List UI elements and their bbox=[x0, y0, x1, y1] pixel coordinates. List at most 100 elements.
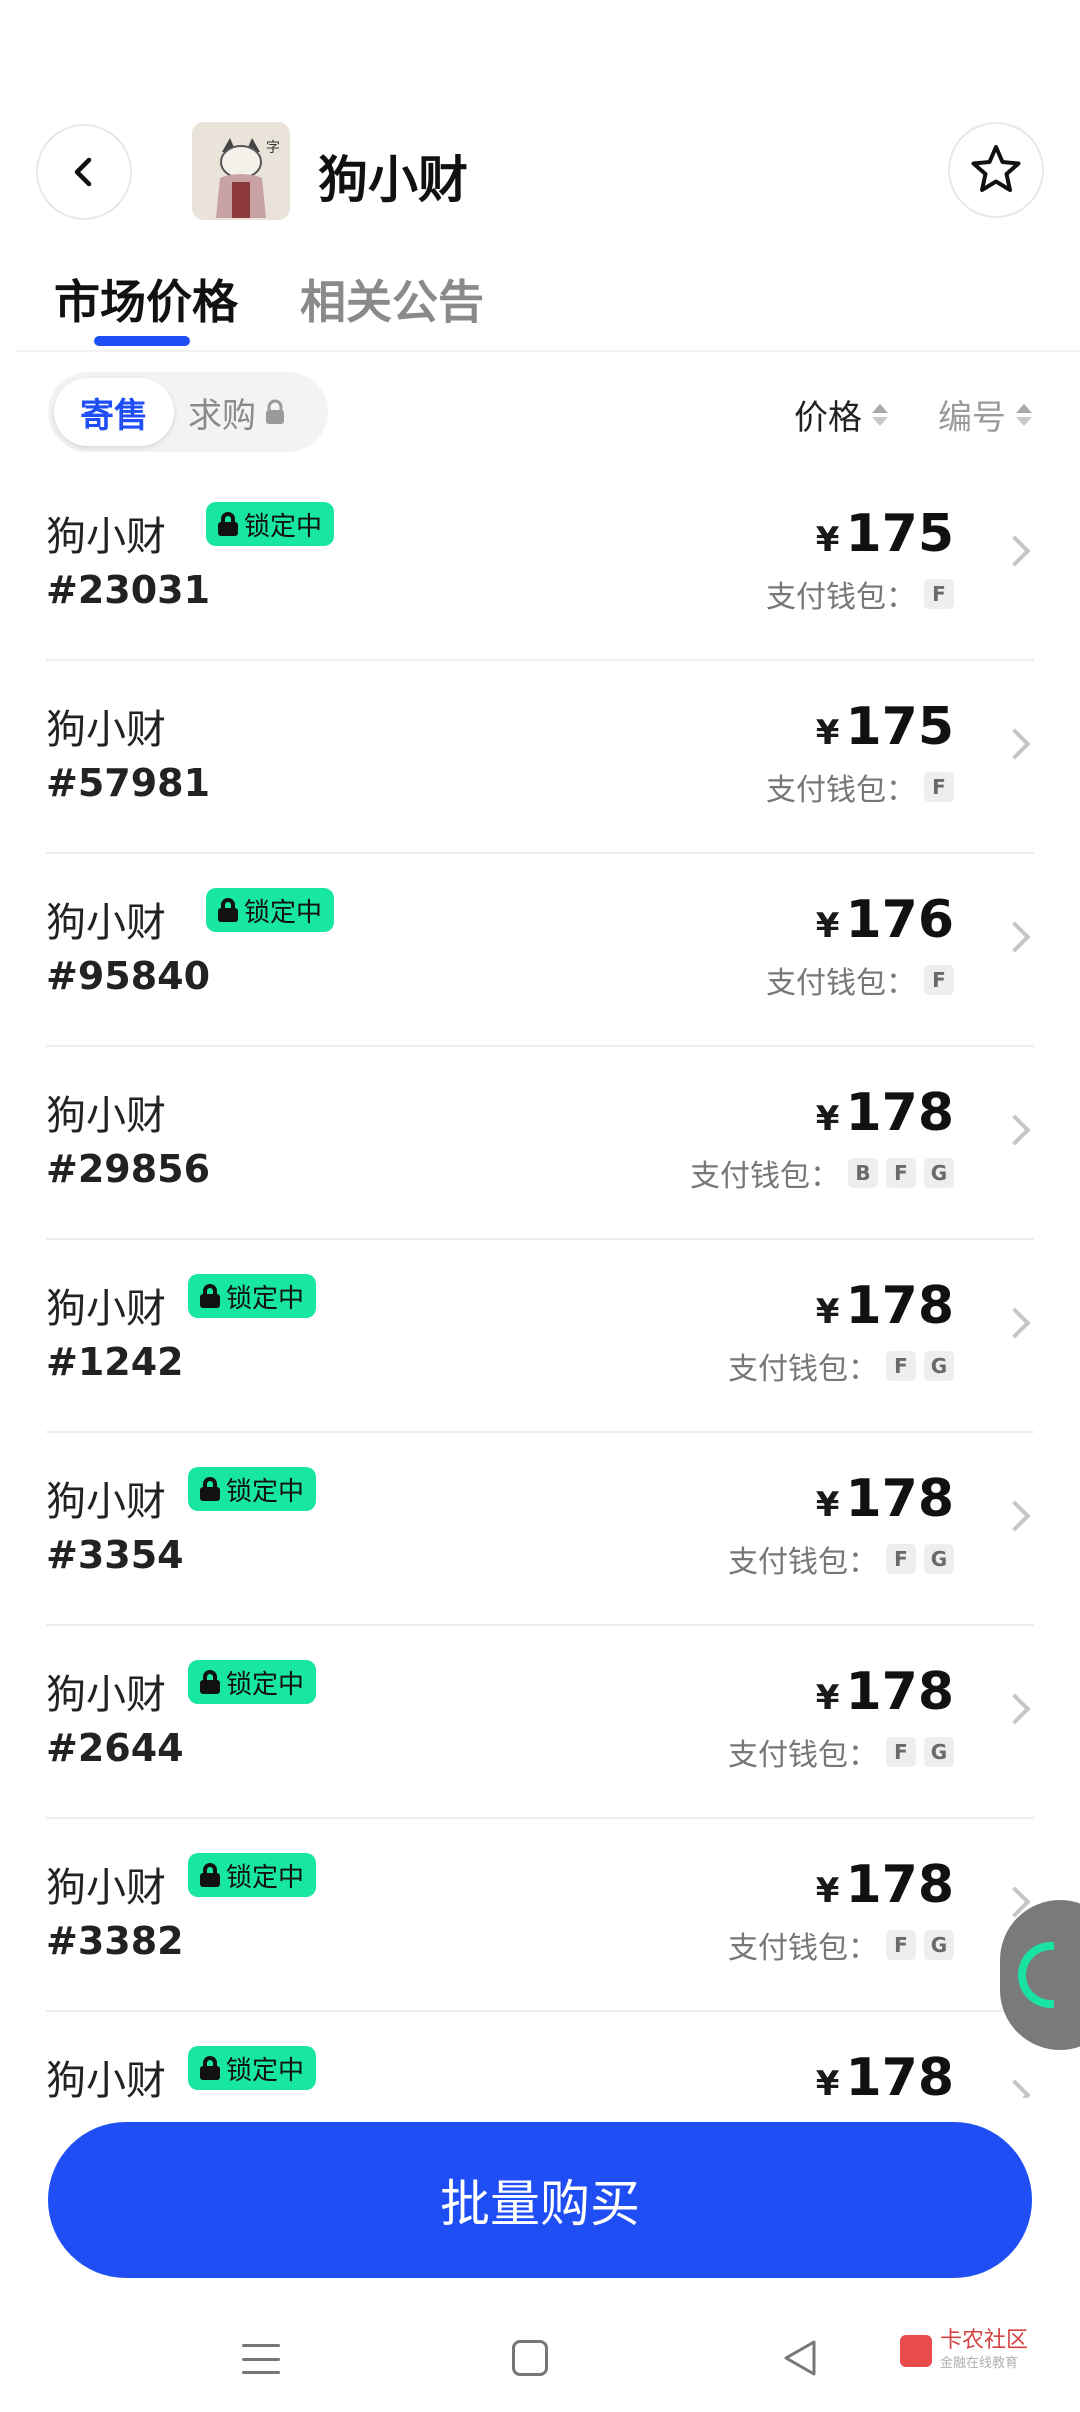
page-title: 狗小财 bbox=[318, 151, 468, 209]
payment-wallets: 支付钱包： F G bbox=[728, 1537, 954, 1581]
wallet-label: 支付钱包： bbox=[766, 966, 916, 1001]
price-amount: 178 bbox=[845, 2048, 954, 2098]
item-price: ¥178 bbox=[816, 1855, 954, 1915]
list-item[interactable]: 狗小财 锁定中 ¥178 bbox=[46, 2012, 1034, 2098]
sell-toggle[interactable]: 寄售 bbox=[54, 378, 174, 446]
item-price: ¥178 bbox=[816, 2048, 954, 2098]
wallet-chip: F bbox=[886, 1158, 916, 1188]
item-number: #95840 bbox=[46, 954, 211, 998]
wallet-label: 支付钱包： bbox=[690, 1159, 840, 1194]
price-amount: 178 bbox=[845, 1855, 954, 1915]
item-name: 狗小财 bbox=[46, 1672, 166, 1718]
list-item[interactable]: 狗小财 锁定中 #3354 ¥178 支付钱包： F G bbox=[46, 1433, 1034, 1626]
price-amount: 178 bbox=[845, 1662, 954, 1722]
list-item[interactable]: 狗小财 #57981 ¥175 支付钱包： F bbox=[46, 661, 1034, 854]
wallet-label: 支付钱包： bbox=[766, 773, 916, 808]
list-item[interactable]: 狗小财 锁定中 #3382 ¥178 支付钱包： F G bbox=[46, 1819, 1034, 2012]
item-name: 狗小财 bbox=[46, 707, 166, 753]
currency-symbol: ¥ bbox=[815, 1678, 840, 1718]
locked-badge-label: 锁定中 bbox=[226, 2055, 305, 2086]
chevron-left-icon bbox=[74, 157, 92, 187]
back-button[interactable] bbox=[36, 124, 132, 220]
price-amount: 175 bbox=[845, 504, 954, 564]
menu-icon[interactable] bbox=[242, 2344, 280, 2374]
locked-badge: 锁定中 bbox=[188, 1274, 317, 1318]
wallet-chip: G bbox=[924, 1158, 954, 1188]
list-item[interactable]: 狗小财 锁定中 #1242 ¥178 支付钱包： F G bbox=[46, 1240, 1034, 1433]
item-name: 狗小财 bbox=[46, 1286, 166, 1332]
wallet-chip: B bbox=[848, 1158, 878, 1188]
lock-icon bbox=[200, 1670, 220, 1694]
sort-by-number[interactable]: 编号 bbox=[938, 390, 1032, 439]
wallet-label: 支付钱包： bbox=[728, 1545, 878, 1580]
watermark-subtext: 金融在线教育 bbox=[940, 2356, 1019, 2371]
lock-icon bbox=[218, 898, 238, 922]
price-amount: 178 bbox=[845, 1083, 954, 1143]
chevron-right-icon bbox=[999, 1693, 1031, 1725]
payment-wallets: 支付钱包： F G bbox=[728, 1923, 954, 1967]
collection-avatar: 字 bbox=[192, 122, 290, 220]
batch-buy-button[interactable]: 批量购买 bbox=[48, 2122, 1032, 2278]
item-price: ¥178 bbox=[816, 1662, 954, 1722]
tab-market-price[interactable]: 市场价格 bbox=[54, 266, 238, 332]
item-price: ¥178 bbox=[816, 1469, 954, 1529]
locked-badge-label: 锁定中 bbox=[244, 897, 323, 928]
item-number: #29856 bbox=[46, 1147, 211, 1191]
back-triangle-icon[interactable] bbox=[780, 2336, 820, 2380]
item-name: 狗小财 bbox=[46, 1865, 166, 1911]
locked-badge: 锁定中 bbox=[188, 1853, 317, 1897]
wallet-chip: F bbox=[924, 772, 954, 802]
list-item[interactable]: 狗小财 锁定中 #95840 ¥176 支付钱包： F bbox=[46, 854, 1034, 1047]
item-name: 狗小财 bbox=[46, 900, 166, 946]
price-amount: 178 bbox=[845, 1469, 954, 1529]
currency-symbol: ¥ bbox=[815, 1292, 840, 1332]
price-amount: 178 bbox=[845, 1276, 954, 1336]
sort-by-price[interactable]: 价格 bbox=[794, 390, 888, 439]
currency-symbol: ¥ bbox=[815, 520, 840, 560]
tab-announcements[interactable]: 相关公告 bbox=[300, 266, 484, 332]
system-nav-bar: 卡农社区 金融在线教育 bbox=[0, 2300, 1080, 2412]
list-item[interactable]: 狗小财 #29856 ¥178 支付钱包： B F G bbox=[46, 1047, 1034, 1240]
payment-wallets: 支付钱包： B F G bbox=[690, 1151, 954, 1195]
tab-indicator bbox=[94, 336, 190, 346]
buy-toggle-label: 求购 bbox=[188, 395, 256, 436]
price-amount: 175 bbox=[845, 697, 954, 757]
item-name: 狗小财 bbox=[46, 2058, 166, 2098]
home-icon[interactable] bbox=[512, 2340, 548, 2376]
wallet-chip: F bbox=[886, 1930, 916, 1960]
lock-icon bbox=[218, 512, 238, 536]
buy-toggle[interactable]: 求购 bbox=[188, 372, 286, 452]
item-price: ¥175 bbox=[816, 504, 954, 564]
lock-icon bbox=[200, 1863, 220, 1887]
chevron-right-icon bbox=[999, 1307, 1031, 1339]
item-price: ¥176 bbox=[816, 890, 954, 950]
svg-text:字: 字 bbox=[266, 140, 280, 156]
sort-price-label: 价格 bbox=[794, 398, 862, 438]
item-number: #3354 bbox=[46, 1533, 184, 1577]
list-item[interactable]: 狗小财 锁定中 #2644 ¥178 支付钱包： F G bbox=[46, 1626, 1034, 1819]
star-icon bbox=[971, 145, 1021, 192]
chevron-right-icon bbox=[999, 921, 1031, 953]
payment-wallets: 支付钱包： F G bbox=[728, 1344, 954, 1388]
wallet-label: 支付钱包： bbox=[728, 1352, 878, 1387]
lock-icon bbox=[200, 1477, 220, 1501]
wallet-label: 支付钱包： bbox=[766, 580, 916, 615]
currency-symbol: ¥ bbox=[815, 713, 840, 753]
locked-badge-label: 锁定中 bbox=[244, 511, 323, 542]
favorite-button[interactable] bbox=[948, 122, 1044, 218]
locked-badge: 锁定中 bbox=[206, 502, 335, 546]
item-number: #3382 bbox=[46, 1919, 184, 1963]
wallet-label: 支付钱包： bbox=[728, 1931, 878, 1966]
price-amount: 176 bbox=[845, 890, 954, 950]
payment-wallets: 支付钱包： F bbox=[766, 958, 954, 1002]
lock-icon bbox=[200, 1284, 220, 1308]
currency-symbol: ¥ bbox=[815, 1871, 840, 1911]
locked-badge-label: 锁定中 bbox=[226, 1283, 305, 1314]
currency-symbol: ¥ bbox=[815, 906, 840, 946]
wallet-chip: G bbox=[924, 1351, 954, 1381]
currency-symbol: ¥ bbox=[815, 1099, 840, 1139]
wallet-chip: G bbox=[924, 1737, 954, 1767]
chevron-right-icon bbox=[999, 1114, 1031, 1146]
lock-icon bbox=[266, 399, 284, 424]
list-item[interactable]: 狗小财 锁定中 #23031 ¥175 支付钱包： F bbox=[46, 468, 1034, 661]
